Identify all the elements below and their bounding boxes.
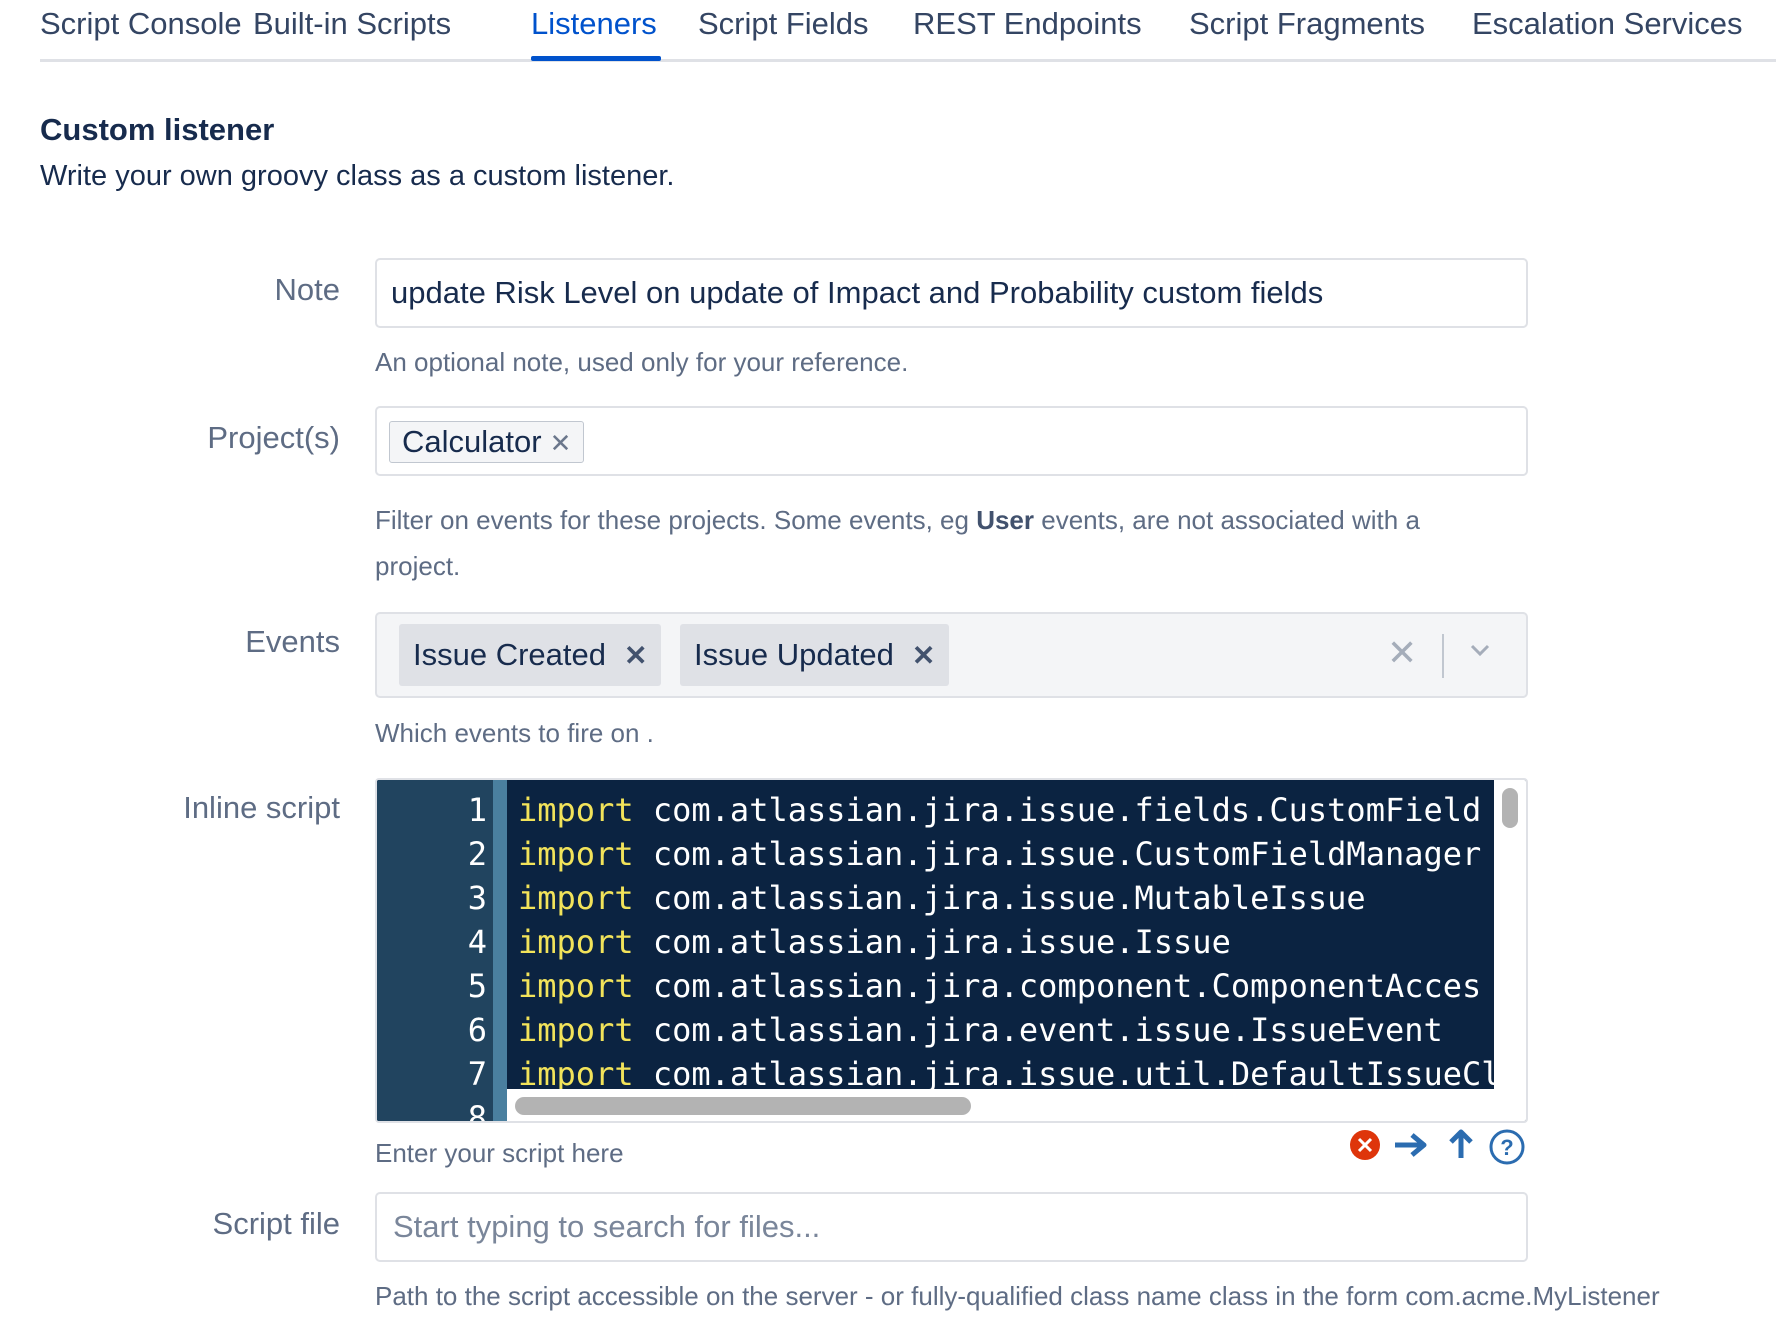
note-help: An optional note, used only for your ref… <box>375 347 909 377</box>
line-number: 2 <box>467 835 487 873</box>
script-file-help: Path to the script accessible on the ser… <box>375 1281 1660 1311</box>
code-text: com.atlassian.jira.issue.fields.CustomFi… <box>633 791 1482 829</box>
events-select[interactable]: Issue Created ✕ Issue Updated ✕ ✕ <box>375 612 1528 698</box>
code-line: import com.atlassian.jira.issue.fields.C… <box>518 788 1481 832</box>
event-chip-label: Issue Updated <box>694 637 894 672</box>
code-text: com.atlassian.jira.issue.Issue <box>633 923 1231 961</box>
tab-escalation-services[interactable]: Escalation Services <box>1472 4 1743 44</box>
active-tab-indicator <box>531 56 661 61</box>
code-text: com.atlassian.jira.issue.CustomFieldMana… <box>633 835 1482 873</box>
vertical-scrollbar[interactable] <box>1494 780 1526 1121</box>
code-line: import com.atlassian.jira.issue.Issue <box>518 920 1231 964</box>
code-text: com.atlassian.jira.issue.util.DefaultIss… <box>633 1055 1501 1093</box>
arrow-up-icon[interactable] <box>1444 1128 1478 1162</box>
gutter-bar <box>493 780 507 1121</box>
code-line: import com.atlassian.jira.component.Comp… <box>518 964 1481 1008</box>
projects-help: Filter on events for these projects. Som… <box>375 497 1420 543</box>
arrow-right-icon[interactable] <box>1392 1128 1432 1162</box>
scroll-thumb[interactable] <box>515 1097 971 1115</box>
code-keyword: import <box>518 967 634 1005</box>
code-keyword: import <box>518 1055 634 1093</box>
note-input[interactable]: update Risk Level on update of Impact an… <box>375 258 1528 328</box>
project-chip-label: Calculator <box>402 424 542 459</box>
line-number: 6 <box>467 1011 487 1049</box>
section-description: Write your own groovy class as a custom … <box>40 160 675 192</box>
code-line: import com.atlassian.jira.issue.CustomFi… <box>518 832 1481 876</box>
code-line: import com.atlassian.jira.event.issue.Is… <box>518 1008 1443 1052</box>
tab-script-console[interactable]: Script Console <box>40 4 242 44</box>
projects-help-pre: Filter on events for these projects. Som… <box>375 505 977 535</box>
events-help: Which events to fire on . <box>375 718 654 748</box>
code-line: import com.atlassian.jira.issue.MutableI… <box>518 876 1366 920</box>
remove-chip-icon[interactable]: ✕ <box>912 640 935 671</box>
clear-all-icon[interactable]: ✕ <box>1387 632 1417 674</box>
code-keyword: import <box>518 1011 634 1049</box>
projects-help-post: events, are not associated with a <box>1034 505 1420 535</box>
code-text: com.atlassian.jira.component.ComponentAc… <box>633 967 1482 1005</box>
projects-help-line2: project. <box>375 551 461 581</box>
event-chip-label: Issue Created <box>413 637 606 672</box>
tab-listeners[interactable]: Listeners <box>531 4 657 44</box>
line-number: 3 <box>467 879 487 917</box>
line-number: 8 <box>467 1099 487 1123</box>
tab-built-in-scripts[interactable]: Built-in Scripts <box>253 4 451 44</box>
code-keyword: import <box>518 923 634 961</box>
remove-chip-icon[interactable]: ✕ <box>624 640 647 671</box>
help-icon[interactable]: ? <box>1488 1128 1526 1166</box>
line-number: 1 <box>467 791 487 829</box>
chevron-down-icon[interactable] <box>1470 640 1490 660</box>
svg-text:?: ? <box>1500 1135 1513 1160</box>
code-text: com.atlassian.jira.event.issue.IssueEven… <box>633 1011 1443 1049</box>
project-chip: Calculator ✕ <box>389 421 585 463</box>
tab-script-fields[interactable]: Script Fields <box>698 4 869 44</box>
inline-script-label: Inline script <box>183 790 340 825</box>
code-keyword: import <box>518 835 634 873</box>
line-number: 7 <box>467 1055 487 1093</box>
remove-chip-icon[interactable]: ✕ <box>550 428 572 458</box>
tab-rest-endpoints[interactable]: REST Endpoints <box>913 4 1142 44</box>
code-text: com.atlassian.jira.issue.MutableIssue <box>633 879 1366 917</box>
scroll-thumb[interactable] <box>1502 788 1518 828</box>
events-label: Events <box>245 624 340 659</box>
script-file-input[interactable] <box>391 1208 1516 1246</box>
projects-select[interactable]: Calculator ✕ <box>375 406 1528 476</box>
note-label: Note <box>274 272 340 307</box>
projects-label: Project(s) <box>207 420 340 455</box>
code-keyword: import <box>518 791 634 829</box>
section-title: Custom listener <box>40 112 275 147</box>
inline-script-help: Enter your script here <box>375 1138 624 1168</box>
script-file-label: Script file <box>212 1206 340 1241</box>
code-keyword: import <box>518 879 634 917</box>
horizontal-scrollbar[interactable] <box>507 1089 1494 1121</box>
line-number: 4 <box>467 923 487 961</box>
event-chip: Issue Created ✕ <box>399 624 662 686</box>
script-file-field[interactable] <box>375 1192 1528 1262</box>
projects-help-bold: User <box>976 505 1035 535</box>
tab-bar: Script Console Built-in Scripts Listener… <box>40 0 1776 62</box>
error-icon[interactable] <box>1348 1128 1382 1162</box>
event-chip: Issue Updated ✕ <box>680 624 950 686</box>
code-editor[interactable]: 1 import com.atlassian.jira.issue.fields.… <box>375 778 1528 1123</box>
select-divider <box>1442 634 1444 678</box>
tab-script-fragments[interactable]: Script Fragments <box>1189 4 1425 44</box>
line-number: 5 <box>467 967 487 1005</box>
